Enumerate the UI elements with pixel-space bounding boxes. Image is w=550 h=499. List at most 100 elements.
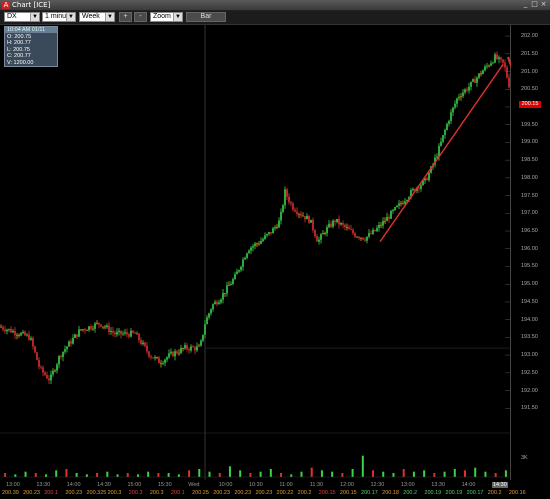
candle-body xyxy=(126,332,128,335)
bottom-value: 200.39 xyxy=(2,490,19,496)
y-tick-label: 196.00 xyxy=(521,245,538,252)
candle-body xyxy=(490,63,492,66)
candle-body xyxy=(236,271,238,275)
candle-body xyxy=(4,329,6,332)
candle-body xyxy=(340,223,342,225)
candle-body xyxy=(348,227,350,230)
candle-body xyxy=(230,284,232,286)
candle-body xyxy=(284,189,286,206)
candle-body xyxy=(38,360,40,367)
candle-body xyxy=(496,54,498,60)
candle-body xyxy=(200,340,202,346)
candle-body xyxy=(44,372,46,375)
interval-select[interactable]: 1 minute ▼ xyxy=(42,12,76,22)
candle-body xyxy=(20,333,22,336)
chevron-down-icon[interactable]: ▼ xyxy=(105,13,114,21)
candle-body xyxy=(376,228,378,232)
candle-body xyxy=(192,346,194,348)
volume-bar xyxy=(331,471,334,477)
bottom-value: 200.3 xyxy=(107,490,122,496)
y-tick-label: 200.50 xyxy=(521,86,538,93)
bottom-value: 200.2 xyxy=(297,490,312,496)
volume-bar xyxy=(392,473,395,477)
y-tick-label: 198.50 xyxy=(521,157,538,164)
candle-body xyxy=(140,340,142,345)
range-select[interactable]: Week ▼ xyxy=(79,12,115,22)
bottom-value: 200.2 xyxy=(487,490,502,496)
candle-body xyxy=(316,236,318,242)
bar-button[interactable]: Bar xyxy=(186,12,226,22)
candle-body xyxy=(382,220,384,226)
chevron-down-icon[interactable]: ▼ xyxy=(30,13,39,21)
candle-body xyxy=(198,345,200,347)
price-axis[interactable]: 202.00201.50201.00200.50200.00199.50199.… xyxy=(511,25,550,480)
candle-body xyxy=(328,223,330,228)
candle-body xyxy=(224,293,226,294)
candle-body xyxy=(436,156,438,158)
candle-body xyxy=(394,207,396,211)
candle-body xyxy=(306,215,308,220)
y-tick-label: 193.50 xyxy=(521,334,538,341)
candle-body xyxy=(182,348,184,349)
zoom-select[interactable]: Zoom ▼ xyxy=(150,12,183,22)
y-tick-label: 194.50 xyxy=(521,298,538,305)
price-chart[interactable] xyxy=(0,25,511,480)
chevron-down-icon[interactable]: ▼ xyxy=(66,13,75,21)
candle-body xyxy=(298,213,300,215)
volume-bar xyxy=(402,469,405,477)
candle-body xyxy=(132,330,134,333)
candle-body xyxy=(426,178,428,181)
candle-body xyxy=(250,247,252,251)
candle-body xyxy=(480,73,482,75)
candle-body xyxy=(472,79,474,82)
volume-bar xyxy=(259,471,262,477)
candle-body xyxy=(70,341,72,344)
candle-body xyxy=(466,89,468,91)
bottom-value: 200.17 xyxy=(466,490,484,496)
volume-bar xyxy=(484,471,487,477)
candle-body xyxy=(334,220,336,223)
candle-body xyxy=(16,334,18,336)
candle-body xyxy=(36,352,38,361)
candle-body xyxy=(240,266,242,271)
candle-body xyxy=(282,205,284,212)
candle-body xyxy=(86,330,88,331)
volume-bar xyxy=(249,473,252,477)
symbol-select[interactable]: DX ▼ xyxy=(4,12,40,22)
candle-body xyxy=(102,326,104,328)
candle-body xyxy=(78,329,80,337)
candle-body xyxy=(378,224,380,229)
y-tick-label: 192.00 xyxy=(521,387,538,394)
candle-body xyxy=(106,325,108,328)
volume-bar xyxy=(177,474,180,477)
candle-body xyxy=(400,203,402,205)
candle-body xyxy=(324,233,326,234)
volume-bar xyxy=(443,471,446,477)
candle-body xyxy=(336,218,338,223)
minimize-icon[interactable]: _ xyxy=(522,1,529,8)
candle-body xyxy=(130,330,132,337)
candle-body xyxy=(362,237,364,240)
candle-body xyxy=(174,351,176,357)
chevron-down-icon[interactable]: ▼ xyxy=(173,13,182,21)
candle-body xyxy=(154,357,156,359)
candle-body xyxy=(18,335,20,336)
zoom-out-button[interactable]: - xyxy=(134,12,147,22)
zoom-in-button[interactable]: + xyxy=(119,12,132,22)
candle-body xyxy=(14,330,16,335)
candle-body xyxy=(48,378,50,381)
candle-body xyxy=(144,342,146,346)
candle-body xyxy=(100,324,102,327)
candle-body xyxy=(304,216,306,220)
title-bar: A Chart [ICE] _ □ × xyxy=(0,0,550,11)
close-icon[interactable]: × xyxy=(540,1,547,8)
bottom-value: 200.18 xyxy=(382,490,399,496)
volume-bar xyxy=(341,473,344,477)
volume-bar xyxy=(320,470,323,477)
bottom-value: 200.17 xyxy=(361,490,378,496)
maximize-icon[interactable]: □ xyxy=(531,1,538,8)
candle-body xyxy=(50,374,52,381)
candle-body xyxy=(288,196,290,203)
candle-body xyxy=(246,253,248,258)
candle-body xyxy=(290,202,292,204)
